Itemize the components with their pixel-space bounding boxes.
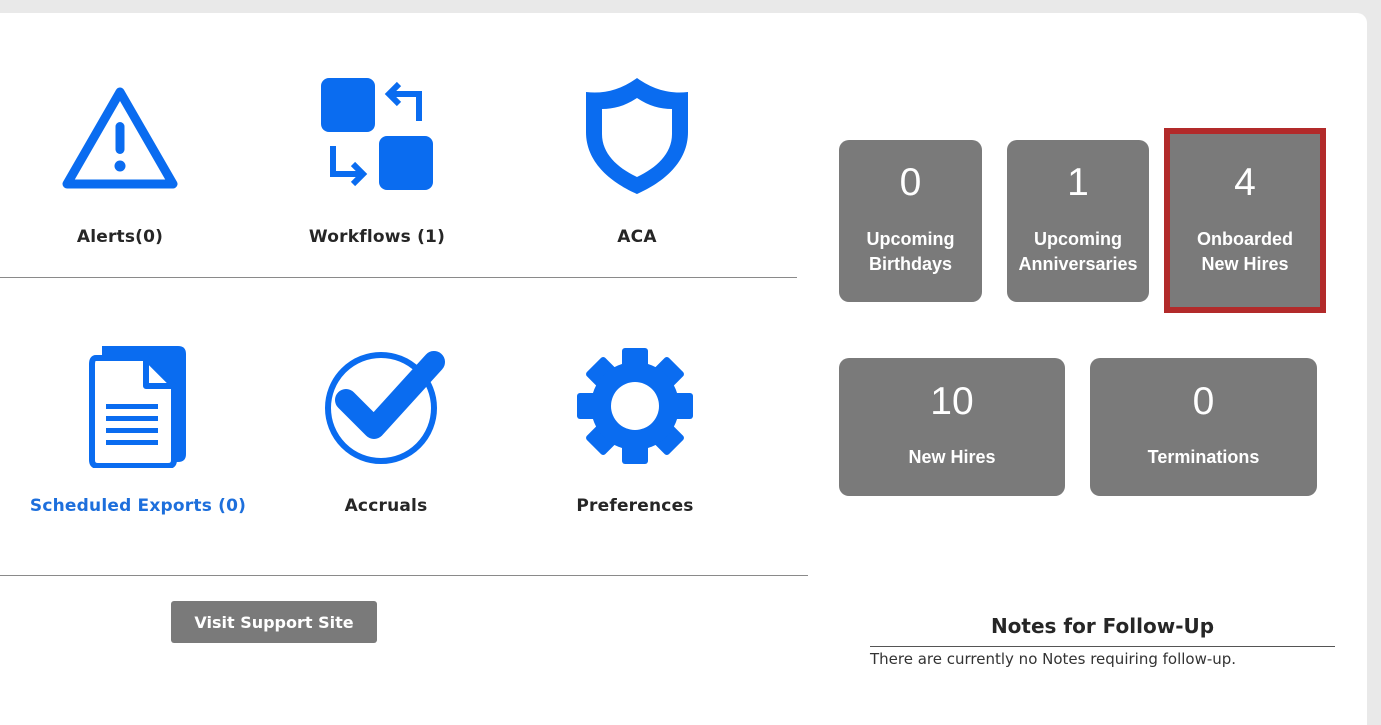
row-divider-2 <box>0 575 808 576</box>
terminations-card[interactable]: 0 Terminations <box>1090 358 1317 496</box>
shield-icon <box>517 76 757 196</box>
notes-empty-text: There are currently no Notes requiring f… <box>870 650 1237 668</box>
accruals-tile[interactable]: Accruals <box>266 340 506 530</box>
new-hires-caption: New Hires <box>908 447 996 467</box>
upcoming-birthdays-card[interactable]: 0 Upcoming Birthdays <box>839 140 982 302</box>
upcoming-anniversaries-caption-1: Upcoming <box>1034 229 1122 249</box>
row-divider-1 <box>0 277 797 278</box>
terminations-count: 0 <box>1192 380 1215 423</box>
workflows-tile[interactable]: Workflows (1) <box>257 70 497 260</box>
alerts-tile[interactable]: Alerts(0) <box>0 70 240 260</box>
check-circle-icon <box>266 348 506 466</box>
aca-tile[interactable]: ACA <box>517 70 757 260</box>
notes-divider <box>870 646 1335 647</box>
aca-label: ACA <box>617 227 657 247</box>
alerts-label: Alerts(0) <box>76 227 164 247</box>
preferences-label: Preferences <box>576 496 694 516</box>
upcoming-birthdays-caption-1: Upcoming <box>866 229 955 249</box>
warning-triangle-icon <box>0 84 240 190</box>
upcoming-anniversaries-count: 1 <box>1067 161 1089 204</box>
scheduled-exports-link[interactable]: Scheduled Exports (0) <box>18 496 258 516</box>
onboarded-new-hires-count: 4 <box>1234 161 1256 204</box>
onboarded-new-hires-card[interactable]: 4 Onboarded New Hires <box>1164 128 1326 313</box>
workflows-label: Workflows (1) <box>308 227 446 247</box>
gear-icon <box>515 346 755 466</box>
visit-support-site-button[interactable]: Visit Support Site <box>171 601 377 643</box>
upcoming-birthdays-caption-2: Birthdays <box>868 254 953 274</box>
upcoming-birthdays-count: 0 <box>899 161 922 204</box>
accruals-label: Accruals <box>344 496 428 516</box>
upcoming-anniversaries-card[interactable]: 1 Upcoming Anniversaries <box>1007 140 1149 302</box>
workflow-swap-icon <box>257 76 497 194</box>
onboarded-new-hires-caption-2: New Hires <box>1201 254 1289 274</box>
terminations-caption: Terminations <box>1147 447 1260 467</box>
documents-icon <box>18 344 258 468</box>
new-hires-count: 10 <box>930 380 974 423</box>
upcoming-anniversaries-caption-2: Anniversaries <box>1018 254 1138 274</box>
scheduled-exports-tile[interactable]: Scheduled Exports (0) <box>18 340 258 530</box>
preferences-tile[interactable]: Preferences <box>515 340 755 530</box>
onboarded-new-hires-caption-1: Onboarded <box>1196 229 1293 249</box>
notes-title: Notes for Follow-Up <box>990 614 1215 638</box>
new-hires-card[interactable]: 10 New Hires <box>839 358 1065 496</box>
